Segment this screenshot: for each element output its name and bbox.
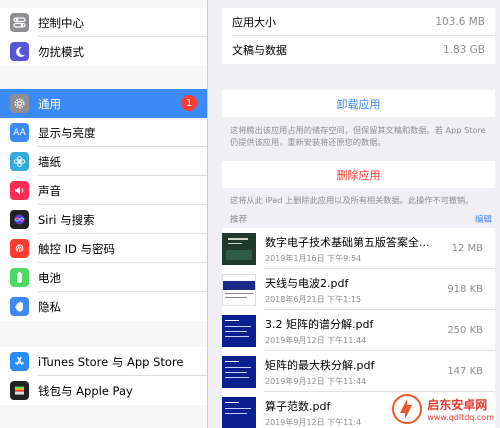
app-info-card: 应用大小 103.6 MB 文稿与数据 1.83 GB [222,8,495,64]
sidebar-item-label: iTunes Store 与 App Store [38,354,184,369]
sidebar-group-main: 通用 1 AA 显示与亮度 墙纸 声音 Siri 与搜索 触控 ID 与密码 电… [0,89,207,321]
sidebar-item-general[interactable]: 通用 1 [0,89,207,118]
watermark-logo-icon [392,394,423,424]
wallet-icon [10,381,29,400]
site-watermark: 启东安卓网 www.qdltdq.com [392,394,496,424]
sidebar-item-label: 墙纸 [38,154,61,169]
storage-detail-pane: 应用大小 103.6 MB 文稿与数据 1.83 GB 卸载应用 这将腾出该应用… [208,0,500,428]
app-size-row: 应用大小 103.6 MB [222,8,495,36]
sidebar-item-label: Siri 与搜索 [38,212,95,227]
sidebar-item-control-center[interactable]: 控制中心 [0,8,207,37]
sidebar-group-control: 控制中心 勿扰模式 [0,8,207,66]
file-size: 250 KB [447,325,483,336]
flower-icon [10,152,29,171]
sidebar-item-touch-id[interactable]: 触控 ID 与密码 [0,234,207,263]
file-size: 12 MB [451,243,483,254]
notification-badge: 1 [181,95,197,111]
switches-icon [10,13,29,32]
sidebar-item-wallet[interactable]: 钱包与 Apple Pay [0,376,207,405]
sidebar-item-do-not-disturb[interactable]: 勿扰模式 [0,37,207,66]
edit-button[interactable]: 编辑 [475,213,492,225]
sidebar-item-app-store[interactable]: iTunes Store 与 App Store [0,347,207,376]
file-name: 3.2 矩阵的谱分解.pdf [265,317,374,331]
sidebar-item-label: 声音 [38,183,61,198]
delete-app-button[interactable]: 删除应用 [222,161,495,188]
sidebar-item-label: 显示与亮度 [38,125,96,140]
docs-data-value: 1.83 GB [442,44,485,56]
app-size-label: 应用大小 [232,16,276,29]
sidebar-item-sounds[interactable]: 声音 [0,176,207,205]
docs-data-label: 文稿与数据 [232,44,287,57]
battery-icon [10,268,29,287]
file-date: 2018年6月21日 下午1:15 [265,294,362,304]
siri-icon [10,210,29,229]
sidebar-item-label: 触控 ID 与密码 [38,241,116,256]
sidebar-item-siri[interactable]: Siri 与搜索 [0,205,207,234]
file-date: 2019年9月12日 下午11:44 [265,335,367,345]
sidebar-item-label: 电池 [38,270,61,285]
docs-data-row: 文稿与数据 1.83 GB [222,36,495,64]
sidebar-item-display[interactable]: AA 显示与亮度 [0,118,207,147]
list-item[interactable]: 天线与电波2.pdf 2018年6月21日 下午1:15 918 KB [222,269,495,310]
gear-icon [10,94,29,113]
text-size-icon: AA [10,123,29,142]
app-store-icon [10,352,29,371]
file-name: 数字电子技术基础第五版答案全... [265,235,430,249]
sidebar-group-store: iTunes Store 与 App Store 钱包与 Apple Pay [0,347,207,405]
watermark-url: www.qdltdq.com [427,413,494,422]
sidebar-item-privacy[interactable]: 隐私 [0,292,207,321]
hand-icon [10,297,29,316]
moon-icon [10,42,29,61]
sidebar-item-label: 钱包与 Apple Pay [38,383,133,398]
speaker-icon [10,181,29,200]
sidebar-item-battery[interactable]: 电池 [0,263,207,292]
section-title: 推荐 [230,215,248,225]
list-item[interactable]: 矩阵的最大秩分解.pdf 2019年9月12日 下午11:44 147 KB [222,351,495,392]
fingerprint-icon [10,239,29,258]
file-name: 矩阵的最大秩分解.pdf [265,358,375,372]
delete-note: 这将从此 iPad 上删除此应用以及所有相关数据。此操作不可撤销。 [230,195,474,205]
offload-note: 这将腾出该应用占用的储存空间，但保留其文稿和数据。若 App Store 仍提供… [230,125,486,147]
book-cover-thumbnail [222,232,256,265]
pdf-thumbnail [222,273,256,306]
pdf-thumbnail [222,314,256,347]
sidebar-item-label: 隐私 [38,299,61,314]
sidebar-item-label: 勿扰模式 [38,44,84,59]
file-size: 918 KB [447,284,483,295]
file-name: 天线与电波2.pdf [265,276,349,290]
recommended-header: 推荐 编辑 [230,213,492,225]
settings-sidebar: 控制中心 勿扰模式 通用 1 AA 显示与亮度 墙纸 声音 Siri 与搜索 触… [0,0,208,428]
app-size-value: 103.6 MB [435,16,485,28]
file-size: 147 KB [447,366,483,377]
offload-app-button[interactable]: 卸载应用 [222,90,495,117]
pdf-thumbnail [222,396,256,428]
list-item[interactable]: 数字电子技术基础第五版答案全... 2019年1月16日 下午9:54 12 M… [222,228,495,269]
watermark-title: 启东安卓网 [427,398,488,412]
file-date: 2019年9月12日 下午11:44 [265,376,367,386]
sidebar-item-wallpaper[interactable]: 墙纸 [0,147,207,176]
sidebar-item-label: 通用 [38,96,61,111]
list-item[interactable]: 3.2 矩阵的谱分解.pdf 2019年9月12日 下午11:44 250 KB [222,310,495,351]
file-date: 2019年1月16日 下午9:54 [265,253,362,263]
pdf-thumbnail [222,355,256,388]
sidebar-item-label: 控制中心 [38,15,84,30]
